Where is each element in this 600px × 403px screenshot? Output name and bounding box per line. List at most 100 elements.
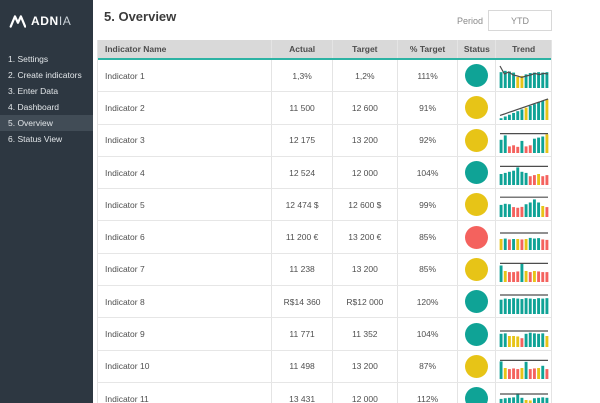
- column-header-pct: % Target: [397, 40, 458, 58]
- pct-target-cell[interactable]: 104%: [397, 157, 458, 188]
- actual-cell[interactable]: 11 500: [271, 92, 332, 123]
- pct-target-cell[interactable]: 87%: [397, 351, 458, 382]
- target-cell[interactable]: 12 000: [332, 383, 397, 403]
- status-cell[interactable]: [457, 125, 495, 156]
- indicator-name-cell[interactable]: Indicator 5: [98, 189, 271, 220]
- status-cell[interactable]: [457, 351, 495, 382]
- sidebar-item-enter-data[interactable]: 3. Enter Data: [0, 83, 93, 99]
- page-title: 5. Overview: [104, 9, 176, 24]
- trend-sparkline: [499, 322, 549, 347]
- trend-sparkline: [499, 160, 549, 185]
- adnia-logo-icon: [9, 15, 26, 28]
- target-cell[interactable]: 13 200 €: [332, 221, 397, 252]
- indicator-name-cell[interactable]: Indicator 3: [98, 125, 271, 156]
- status-cell[interactable]: [457, 286, 495, 317]
- target-cell[interactable]: R$12 000: [332, 286, 397, 317]
- trend-cell[interactable]: [495, 221, 551, 252]
- actual-cell[interactable]: 13 431: [271, 383, 332, 403]
- indicator-name-cell[interactable]: Indicator 8: [98, 286, 271, 317]
- indicator-name-cell[interactable]: Indicator 2: [98, 92, 271, 123]
- target-cell[interactable]: 13 200: [332, 351, 397, 382]
- trend-sparkline: [499, 63, 549, 88]
- trend-cell[interactable]: [495, 351, 551, 382]
- pct-target-cell[interactable]: 91%: [397, 92, 458, 123]
- period-label: Period: [435, 16, 483, 26]
- status-cell[interactable]: [457, 318, 495, 349]
- target-cell[interactable]: 1,2%: [332, 60, 397, 91]
- trend-cell[interactable]: [495, 60, 551, 91]
- table-row: Indicator 11,3%1,2%111%: [98, 60, 551, 92]
- target-cell[interactable]: 13 200: [332, 254, 397, 285]
- status-dot-teal: [465, 323, 488, 346]
- pct-target-cell[interactable]: 85%: [397, 254, 458, 285]
- actual-cell[interactable]: 11 498: [271, 351, 332, 382]
- indicator-name-cell[interactable]: Indicator 9: [98, 318, 271, 349]
- target-cell[interactable]: 12 600 $: [332, 189, 397, 220]
- table-row: Indicator 512 474 $12 600 $99%: [98, 189, 551, 221]
- column-header-status: Status: [457, 40, 495, 58]
- brand-text-light: IA: [59, 14, 72, 28]
- sidebar-item-dashboard[interactable]: 4. Dashboard: [0, 99, 93, 115]
- indicator-name-cell[interactable]: Indicator 4: [98, 157, 271, 188]
- trend-sparkline: [499, 257, 549, 282]
- pct-target-cell[interactable]: 92%: [397, 125, 458, 156]
- actual-cell[interactable]: 12 175: [271, 125, 332, 156]
- trend-sparkline: [499, 354, 549, 379]
- adnia-logo: ADNIA: [0, 0, 93, 28]
- pct-target-cell[interactable]: 104%: [397, 318, 458, 349]
- status-cell[interactable]: [457, 189, 495, 220]
- status-cell[interactable]: [457, 157, 495, 188]
- status-dot-teal: [465, 64, 488, 87]
- indicator-name-cell[interactable]: Indicator 6: [98, 221, 271, 252]
- pct-target-cell[interactable]: 85%: [397, 221, 458, 252]
- status-cell[interactable]: [457, 383, 495, 403]
- sidebar-menu: 1. Settings2. Create indicators3. Enter …: [0, 51, 93, 147]
- target-cell[interactable]: 13 200: [332, 125, 397, 156]
- indicator-name-cell[interactable]: Indicator 1: [98, 60, 271, 91]
- target-cell[interactable]: 11 352: [332, 318, 397, 349]
- indicator-name-cell[interactable]: Indicator 11: [98, 383, 271, 403]
- trend-sparkline: [499, 386, 549, 403]
- sidebar-item-settings[interactable]: 1. Settings: [0, 51, 93, 67]
- status-cell[interactable]: [457, 221, 495, 252]
- table-row: Indicator 312 17513 20092%: [98, 125, 551, 157]
- actual-cell[interactable]: 12 524: [271, 157, 332, 188]
- actual-cell[interactable]: 12 474 $: [271, 189, 332, 220]
- status-cell[interactable]: [457, 60, 495, 91]
- sidebar-item-status-view[interactable]: 6. Status View: [0, 131, 93, 147]
- actual-cell[interactable]: 11 200 €: [271, 221, 332, 252]
- pct-target-cell[interactable]: 99%: [397, 189, 458, 220]
- trend-cell[interactable]: [495, 318, 551, 349]
- pct-target-cell[interactable]: 120%: [397, 286, 458, 317]
- status-dot-red: [465, 226, 488, 249]
- actual-cell[interactable]: 11 771: [271, 318, 332, 349]
- trend-cell[interactable]: [495, 92, 551, 123]
- column-header-trend: Trend: [495, 40, 551, 58]
- target-cell[interactable]: 12 000: [332, 157, 397, 188]
- period-dropdown[interactable]: YTD: [488, 10, 552, 31]
- table-row: Indicator 711 23813 20085%: [98, 254, 551, 286]
- indicator-name-cell[interactable]: Indicator 7: [98, 254, 271, 285]
- status-dot-teal: [465, 161, 488, 184]
- status-cell[interactable]: [457, 92, 495, 123]
- sidebar-item-overview[interactable]: 5. Overview: [0, 115, 93, 131]
- trend-cell[interactable]: [495, 383, 551, 403]
- target-cell[interactable]: 12 600: [332, 92, 397, 123]
- pct-target-cell[interactable]: 112%: [397, 383, 458, 403]
- status-dot-yellow: [465, 129, 488, 152]
- trend-cell[interactable]: [495, 254, 551, 285]
- trend-cell[interactable]: [495, 286, 551, 317]
- trend-cell[interactable]: [495, 157, 551, 188]
- status-cell[interactable]: [457, 254, 495, 285]
- trend-cell[interactable]: [495, 125, 551, 156]
- actual-cell[interactable]: 1,3%: [271, 60, 332, 91]
- table-row: Indicator 412 52412 000104%: [98, 157, 551, 189]
- trend-cell[interactable]: [495, 189, 551, 220]
- indicator-name-cell[interactable]: Indicator 10: [98, 351, 271, 382]
- status-dot-yellow: [465, 355, 488, 378]
- actual-cell[interactable]: 11 238: [271, 254, 332, 285]
- actual-cell[interactable]: R$14 360: [271, 286, 332, 317]
- sidebar-item-create-indicators[interactable]: 2. Create indicators: [0, 67, 93, 83]
- overview-app-window: ADNIA 1. Settings2. Create indicators3. …: [0, 0, 600, 403]
- pct-target-cell[interactable]: 111%: [397, 60, 458, 91]
